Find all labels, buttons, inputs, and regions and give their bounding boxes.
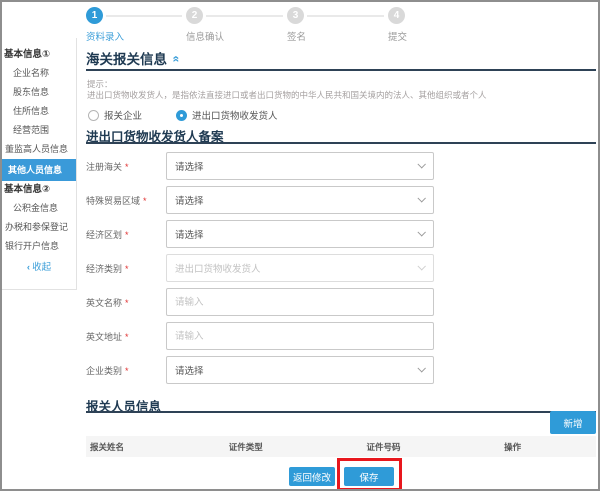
add-staff-button[interactable]: 新增 — [550, 411, 596, 434]
step-label-4: 提交 — [388, 29, 498, 43]
collapse-up-icon[interactable]: « — [169, 56, 183, 63]
step-submit: 4 提交 — [388, 7, 498, 43]
sidebar-nav: 基本信息① 企业名称 股东信息 住所信息 经营范围 董监高人员信息 其他人员信息… — [2, 38, 77, 290]
page-title: 海关报关信息« — [86, 48, 180, 68]
chevron-down-icon — [417, 160, 425, 168]
select-value: 请选择 — [175, 363, 204, 377]
back-modify-button[interactable]: 返回修改 — [289, 467, 335, 486]
form-row-economic-zone: 经济区划* 请选择 — [86, 220, 600, 248]
economic-category-select-disabled: 进出口货物收发货人 — [166, 254, 434, 282]
sidebar-item-bank-account-info[interactable]: 银行开户信息 — [2, 237, 76, 256]
required-asterisk: * — [125, 298, 129, 308]
field-label: 注册海关* — [86, 160, 166, 173]
declaration-type-radio-group: 报关企业 进出口货物收发货人 — [88, 108, 278, 122]
title-divider — [86, 69, 596, 71]
form-row-special-trade-zone: 特殊贸易区域* 请选择 — [86, 186, 600, 214]
chevron-down-icon — [417, 262, 425, 270]
sidebar-item-shareholder-info[interactable]: 股东信息 — [2, 83, 76, 102]
step-signature: 3 签名 — [287, 7, 397, 43]
required-asterisk: * — [125, 162, 129, 172]
form-row-english-address: 英文地址* — [86, 322, 600, 350]
select-value: 进出口货物收发货人 — [175, 261, 261, 275]
radio-customs-enterprise[interactable] — [88, 110, 99, 121]
select-value: 请选择 — [175, 227, 204, 241]
sidebar-section-basic-info-2: 基本信息② — [2, 181, 76, 199]
form-row-enterprise-category: 企业类别* 请选择 — [86, 356, 600, 384]
wizard-stepper: 1 资料录入 2 信息确认 3 签名 4 提交 — [2, 2, 598, 42]
sidebar-section-basic-info-1: 基本信息① — [2, 46, 76, 64]
section-divider — [86, 142, 596, 144]
chevron-down-icon — [417, 228, 425, 236]
required-asterisk: * — [125, 264, 129, 274]
form-row-registered-customs: 注册海关* 请选择 — [86, 152, 600, 180]
staff-table-header: 报关姓名 证件类型 证件号码 操作 — [86, 436, 596, 457]
sidebar-item-other-personnel-info[interactable]: 其他人员信息 — [2, 159, 76, 181]
app-window: 1 资料录入 2 信息确认 3 签名 4 提交 基本信息① 企业名称 股东信息 … — [0, 0, 600, 491]
sidebar-item-business-scope[interactable]: 经营范围 — [2, 121, 76, 140]
radio-customs-enterprise-label: 报关企业 — [104, 108, 142, 122]
radio-import-export-consignee[interactable] — [176, 110, 187, 121]
staff-section-divider — [86, 411, 596, 413]
registration-form: 注册海关* 请选择 特殊贸易区域* 请选择 经济区划* 请选择 经济类别* 进出… — [86, 152, 600, 390]
hint-text: 进出口货物收发货人，是指依法直接进口或者出口货物的中华人民共和国关境内的法人、其… — [87, 89, 487, 101]
enterprise-category-select[interactable]: 请选择 — [166, 356, 434, 384]
sidebar-collapse-label: 收起 — [32, 262, 51, 273]
radio-import-export-consignee-label: 进出口货物收发货人 — [192, 108, 278, 122]
form-row-english-name: 英文名称* — [86, 288, 600, 316]
step-data-entry: 1 资料录入 — [86, 7, 196, 43]
step-indicator-4: 4 — [388, 7, 405, 24]
col-declarant-name: 报关姓名 — [86, 441, 229, 453]
col-id-number: 证件号码 — [366, 441, 504, 453]
step-label-1: 资料录入 — [86, 29, 196, 43]
sidebar-collapse-button[interactable]: ‹收起 — [2, 256, 76, 280]
english-address-input[interactable] — [166, 322, 434, 350]
select-value: 请选择 — [175, 159, 204, 173]
field-label: 英文地址* — [86, 330, 166, 343]
sidebar-item-address-info[interactable]: 住所信息 — [2, 102, 76, 121]
required-asterisk: * — [125, 366, 129, 376]
step-label-2: 信息确认 — [186, 29, 296, 43]
field-label: 特殊贸易区域* — [86, 194, 166, 207]
chevron-down-icon — [417, 364, 425, 372]
field-label: 英文名称* — [86, 296, 166, 309]
step-label-3: 签名 — [287, 29, 397, 43]
sidebar-item-tax-social-security[interactable]: 办税和参保登记 — [2, 218, 76, 237]
step-indicator-3: 3 — [287, 7, 304, 24]
english-name-input[interactable] — [166, 288, 434, 316]
step-indicator-2: 2 — [186, 7, 203, 24]
field-label: 经济区划* — [86, 228, 166, 241]
sidebar-item-company-name[interactable]: 企业名称 — [2, 64, 76, 83]
field-label: 经济类别* — [86, 262, 166, 275]
field-label: 企业类别* — [86, 364, 166, 377]
save-button[interactable]: 保存 — [344, 467, 394, 486]
required-asterisk: * — [125, 230, 129, 240]
page-title-text: 海关报关信息 — [86, 52, 167, 67]
select-value: 请选择 — [175, 193, 204, 207]
chevron-down-icon — [417, 194, 425, 202]
step-info-confirm: 2 信息确认 — [186, 7, 296, 43]
step-indicator-1: 1 — [86, 7, 103, 24]
sidebar-item-executives-info[interactable]: 董监高人员信息 — [2, 140, 76, 159]
required-asterisk: * — [143, 196, 147, 206]
col-actions: 操作 — [504, 441, 596, 453]
registered-customs-select[interactable]: 请选择 — [166, 152, 434, 180]
chevron-left-icon: ‹ — [27, 262, 30, 273]
col-id-type: 证件类型 — [229, 441, 367, 453]
sidebar-item-housing-fund-info[interactable]: 公积金信息 — [2, 199, 76, 218]
required-asterisk: * — [125, 332, 129, 342]
special-trade-zone-select[interactable]: 请选择 — [166, 186, 434, 214]
form-row-economic-category: 经济类别* 进出口货物收发货人 — [86, 254, 600, 282]
economic-zone-select[interactable]: 请选择 — [166, 220, 434, 248]
